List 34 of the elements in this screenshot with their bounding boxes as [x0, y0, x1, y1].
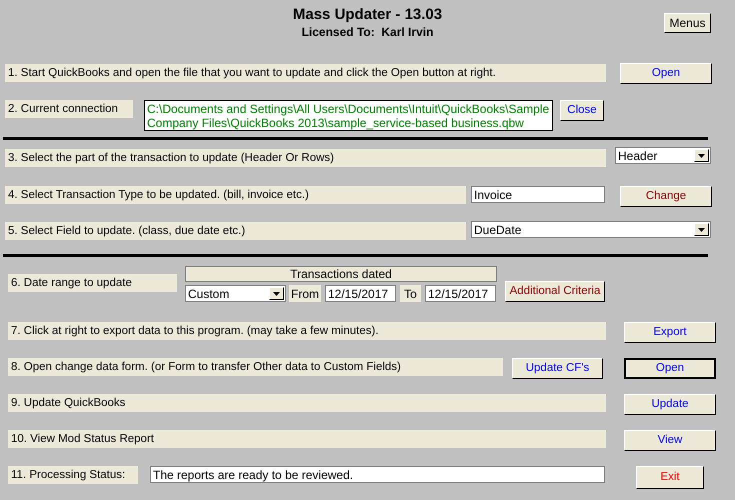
- input-field[interactable]: The reports are ready to be reviewed.: [150, 466, 605, 483]
- action-button[interactable]: Update CF's: [512, 358, 603, 379]
- step-label: 9. Update QuickBooks: [8, 394, 606, 412]
- step-label: 11. Processing Status:: [8, 466, 138, 484]
- to-label: To: [400, 285, 421, 302]
- from-label: From: [289, 285, 321, 302]
- input-field[interactable]: 12/15/2017: [425, 285, 496, 302]
- dropdown[interactable]: Custom: [185, 285, 286, 302]
- step-label: 7. Click at right to export data to this program. (may take a few minutes).: [8, 322, 606, 340]
- step-label: 4. Select Transaction Type to be updated. (bill, invoice etc.): [5, 186, 466, 204]
- dropdown[interactable]: DueDate: [471, 221, 711, 238]
- step-label: 10. View Mod Status Report: [8, 430, 606, 448]
- input-field[interactable]: Invoice: [471, 186, 605, 203]
- action-button[interactable]: Open: [620, 63, 712, 84]
- action-button[interactable]: Update: [624, 394, 716, 415]
- license-text: Licensed To: Karl Irvin: [302, 24, 434, 40]
- action-button[interactable]: View: [624, 430, 716, 451]
- step-label: 3. Select the part of the transaction to update (Header Or Rows): [5, 149, 606, 167]
- step-label: 2. Current connection: [5, 100, 133, 118]
- action-button[interactable]: Close: [560, 100, 604, 121]
- step-label: 1. Start QuickBooks and open the file that you want to update and click the Open button at right.: [5, 64, 606, 82]
- group-header: Transactions dated: [185, 266, 497, 282]
- menus-button[interactable]: Menus: [664, 13, 711, 33]
- step-label: 5. Select Field to update. (class, due date etc.): [5, 222, 466, 240]
- action-button[interactable]: Open: [624, 358, 716, 379]
- action-button[interactable]: Export: [624, 322, 716, 343]
- input-field[interactable]: 12/15/2017: [325, 285, 396, 302]
- window-title: Mass Updater - 13.03: [292, 6, 442, 24]
- dropdown[interactable]: Header: [615, 147, 711, 164]
- action-button[interactable]: Additional Criteria: [505, 281, 605, 302]
- step-label: 8. Open change data form. (or Form to transfer Other data to Custom Fields): [8, 358, 503, 376]
- step-label: 6. Date range to update: [8, 274, 177, 292]
- connection-path: C:\Documents and Settings\All Users\Documents\Intuit\QuickBooks\Sample Company Files\QuickBooks 2013\sample_service-based business.qbw: [144, 100, 553, 131]
- action-button[interactable]: Change: [620, 186, 712, 207]
